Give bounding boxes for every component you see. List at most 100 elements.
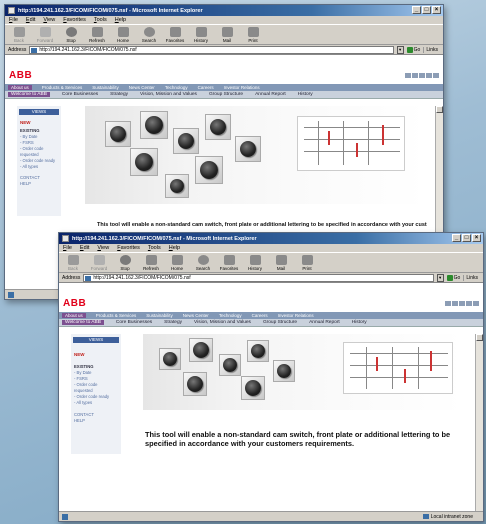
nav-investor[interactable]: Investor Relations: [278, 313, 314, 318]
cam-switch-knob: [110, 126, 126, 142]
nav-welcome[interactable]: Welcome to ABB: [8, 92, 50, 97]
mail-button[interactable]: Mail: [271, 255, 291, 271]
menu-file[interactable]: File: [9, 17, 18, 23]
nav-careers[interactable]: Careers: [198, 85, 214, 90]
nav-annual-report[interactable]: Annual Report: [309, 320, 340, 325]
address-input[interactable]: http://194.241.162.3/FICOM/FICOM/075.nsf: [83, 273, 434, 282]
view-all-types[interactable]: - All types: [71, 399, 121, 405]
mail-button[interactable]: Mail: [217, 27, 237, 43]
address-input[interactable]: http://194.241.162.3/FICOM/FICOM/075.nsf: [29, 45, 394, 54]
history-icon: [249, 255, 261, 265]
nav-group-structure[interactable]: Group Structure: [209, 92, 243, 97]
menu-tools[interactable]: Tools: [148, 245, 161, 251]
scroll-up-button[interactable]: [436, 106, 443, 113]
nav-sustainability[interactable]: Sustainability: [92, 85, 119, 90]
links-button[interactable]: Links: [463, 274, 480, 281]
nav-welcome[interactable]: Welcome to ABB: [62, 320, 104, 325]
maximize-button[interactable]: □: [422, 6, 431, 14]
links-button[interactable]: Links: [423, 46, 440, 53]
home-button[interactable]: Home: [167, 255, 187, 271]
nav-annual-report[interactable]: Annual Report: [255, 92, 286, 97]
nav-core-businesses[interactable]: Core Businesses: [116, 320, 152, 325]
address-dropdown[interactable]: ▼: [436, 273, 444, 282]
print-button[interactable]: Print: [243, 27, 263, 43]
abb-logo[interactable]: ABB: [9, 70, 32, 81]
close-button[interactable]: ×: [472, 234, 481, 242]
nav-technology[interactable]: Technology: [165, 85, 188, 90]
scroll-up-button[interactable]: [476, 334, 483, 341]
nav-strategy[interactable]: Strategy: [164, 320, 182, 325]
nav-about-us[interactable]: About us: [62, 313, 86, 318]
nav-strategy[interactable]: Strategy: [110, 92, 128, 97]
menu-favorites[interactable]: Favorites: [63, 17, 86, 23]
history-button[interactable]: History: [245, 255, 265, 271]
nav-news[interactable]: News Center: [183, 313, 209, 318]
search-button[interactable]: Search: [193, 255, 213, 271]
window-title: http://194.241.162.3/FICOM/FICOM/075.nsf…: [72, 235, 257, 242]
go-button[interactable]: Go: [406, 46, 420, 53]
print-icon: [247, 27, 259, 37]
stop-button[interactable]: Stop: [61, 27, 81, 43]
forward-button[interactable]: Forward: [35, 27, 55, 43]
history-button[interactable]: History: [191, 27, 211, 43]
nav-news[interactable]: News Center: [129, 85, 155, 90]
view-order-code-ready[interactable]: - Order code ready: [17, 157, 61, 163]
minimize-button[interactable]: _: [412, 6, 421, 14]
menu-edit[interactable]: Edit: [80, 245, 89, 251]
back-button[interactable]: Back: [63, 255, 83, 271]
help-link[interactable]: HELP: [71, 417, 121, 423]
new-link[interactable]: NEW: [17, 118, 61, 127]
views-sidebar: VIEWS NEW EXISTING - By Date - FSRS - Or…: [17, 106, 61, 216]
nav-history[interactable]: History: [298, 92, 313, 97]
menu-view[interactable]: View: [97, 245, 109, 251]
favorites-button[interactable]: Favorites: [165, 27, 185, 43]
nav-vision[interactable]: Vision, Mission and Values: [194, 320, 251, 325]
favorites-button[interactable]: Favorites: [219, 255, 239, 271]
search-button[interactable]: Search: [139, 27, 159, 43]
window-title: http://194.241.162.3/FICOM/FICOM/075.nsf…: [18, 7, 203, 14]
menu-tools[interactable]: Tools: [94, 17, 107, 23]
close-button[interactable]: ×: [432, 6, 441, 14]
nav-core-businesses[interactable]: Core Businesses: [62, 92, 98, 97]
home-icon: [171, 255, 183, 265]
refresh-button[interactable]: Refresh: [141, 255, 161, 271]
stop-button[interactable]: Stop: [115, 255, 135, 271]
help-link[interactable]: HELP: [17, 180, 61, 186]
nav-history[interactable]: History: [352, 320, 367, 325]
go-button[interactable]: Go: [446, 274, 460, 281]
menu-favorites[interactable]: Favorites: [117, 245, 140, 251]
stop-icon: [65, 27, 77, 37]
back-button[interactable]: Back: [9, 27, 29, 43]
zone-label: Local intranet zone: [430, 513, 473, 520]
print-button[interactable]: Print: [297, 255, 317, 271]
menu-view[interactable]: View: [43, 17, 55, 23]
view-all-types[interactable]: - All types: [17, 163, 61, 169]
browser-window-front[interactable]: http://194.241.162.3/FICOM/FICOM/075.nsf…: [58, 232, 484, 522]
menu-help[interactable]: Help: [115, 17, 126, 23]
nav-technology[interactable]: Technology: [219, 313, 242, 318]
nav-group-structure[interactable]: Group Structure: [263, 320, 297, 325]
abb-logo[interactable]: ABB: [63, 298, 86, 309]
maximize-button[interactable]: □: [462, 234, 471, 242]
nav-vision[interactable]: Vision, Mission and Values: [140, 92, 197, 97]
toolbar: Back Forward Stop Refresh Home Search Fa…: [59, 253, 483, 273]
menu-file[interactable]: File: [63, 245, 72, 251]
vertical-scrollbar[interactable]: [475, 334, 483, 511]
menu-edit[interactable]: Edit: [26, 17, 35, 23]
address-bar: Address http://194.241.162.3/FICOM/FICOM…: [5, 45, 443, 55]
minimize-button[interactable]: _: [452, 234, 461, 242]
nav-sustainability[interactable]: Sustainability: [146, 313, 173, 318]
nav-about-us[interactable]: About us: [8, 85, 32, 90]
nav-products[interactable]: Products & Services: [96, 313, 137, 318]
new-link[interactable]: NEW: [71, 346, 121, 359]
home-button[interactable]: Home: [113, 27, 133, 43]
forward-button[interactable]: Forward: [89, 255, 109, 271]
tool-description: This tool will enable a non-standard cam…: [145, 430, 451, 448]
menu-help[interactable]: Help: [169, 245, 180, 251]
nav-investor[interactable]: Investor Relations: [224, 85, 260, 90]
refresh-button[interactable]: Refresh: [87, 27, 107, 43]
nav-careers[interactable]: Careers: [252, 313, 268, 318]
address-dropdown[interactable]: ▼: [396, 45, 404, 54]
nav-products[interactable]: Products & Services: [42, 85, 83, 90]
mail-icon: [275, 255, 287, 265]
